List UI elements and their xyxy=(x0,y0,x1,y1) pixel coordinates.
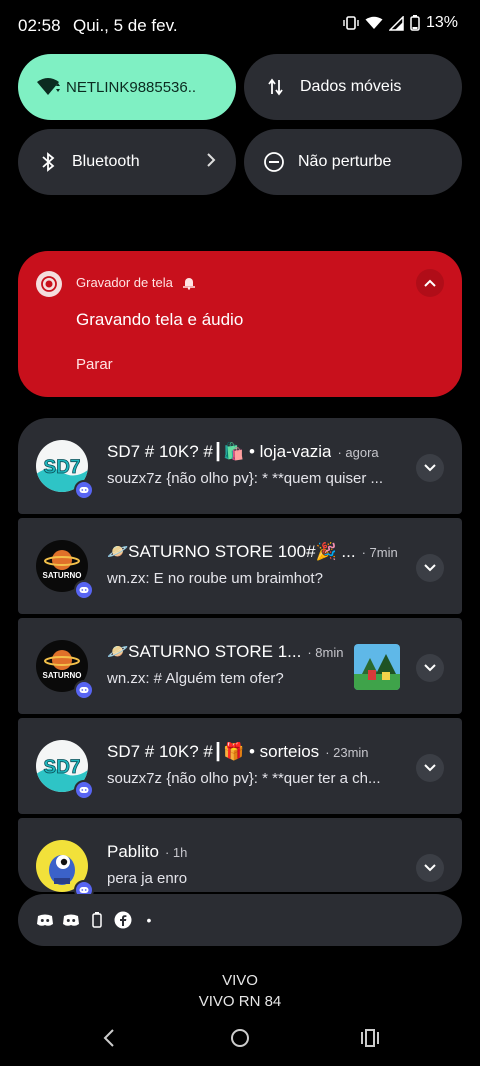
notification-title: SD7 # 10K? #┃🎁 • sorteios xyxy=(107,742,320,761)
back-icon[interactable] xyxy=(102,1028,116,1053)
notification-body: wn.zx: # Alguém tem ofer? xyxy=(107,670,284,687)
navigation-bar xyxy=(0,1020,480,1060)
notification-time: · 8min xyxy=(307,645,344,660)
status-bar: 02:58 Qui., 5 de fev. 13% xyxy=(0,0,480,52)
battery-percent: 13% xyxy=(425,14,458,31)
status-icons: 13% xyxy=(343,14,458,32)
notification-item[interactable]: Pablito · 1h pera ja enro xyxy=(18,818,462,900)
notification-time: · agora xyxy=(337,445,379,460)
wifi-icon xyxy=(365,16,383,30)
wifi-icon xyxy=(36,75,60,99)
dnd-label: Não perturbe xyxy=(298,153,392,170)
facebook-icon xyxy=(114,911,132,929)
notification-title: Pablito xyxy=(107,842,159,861)
mobile-data-label: Dados móveis xyxy=(300,78,402,95)
bluetooth-icon xyxy=(36,150,60,174)
notification-time: · 23min xyxy=(325,745,369,760)
collapse-button[interactable] xyxy=(416,269,444,297)
data-arrows-icon xyxy=(264,75,288,99)
chevron-right-icon[interactable] xyxy=(206,152,216,173)
signal-icon xyxy=(388,15,404,31)
notification-time: · 7min xyxy=(361,545,398,560)
bluetooth-label: Bluetooth xyxy=(72,153,140,170)
recorder-app-name: Gravador de tela xyxy=(76,275,173,290)
svg-text:SATURNO: SATURNO xyxy=(43,571,82,580)
expand-chevron-icon[interactable] xyxy=(416,854,444,882)
notification-title: SD7 # 10K? #┃🛍️ • loja-vazia xyxy=(107,442,332,461)
dnd-icon xyxy=(262,150,286,174)
screen-recorder-notification[interactable]: Gravador de tela Gravando tela e áudio P… xyxy=(18,251,462,397)
do-not-disturb-tile[interactable]: Não perturbe xyxy=(244,129,462,195)
more-dot: • xyxy=(146,912,152,928)
notification-body: wn.zx: E no roube um braimhot? xyxy=(107,570,323,587)
date: Qui., 5 de fev. xyxy=(73,16,178,35)
discord-icon xyxy=(62,911,80,929)
svg-text:SD7: SD7 xyxy=(44,757,81,778)
notification-item[interactable]: SD7 SD7 # 10K? #┃🎁 • sorteios · 23min so… xyxy=(18,718,462,814)
carrier-line-2: VIVO RN 84 xyxy=(198,993,282,1010)
image-thumbnail xyxy=(354,644,400,690)
notification-title: 🪐SATURNO STORE 100#🎉 ... xyxy=(107,542,356,561)
wifi-tile[interactable]: NETLINK9885536.. xyxy=(18,54,236,120)
expand-chevron-icon[interactable] xyxy=(416,554,444,582)
discord-badge-icon xyxy=(74,580,94,600)
notification-body: pera ja enro xyxy=(107,870,188,887)
home-icon[interactable] xyxy=(230,1028,250,1053)
discord-badge-icon xyxy=(74,480,94,500)
battery-saver-icon xyxy=(88,911,106,929)
discord-badge-icon xyxy=(74,780,94,800)
notification-time: · 1h xyxy=(164,845,188,860)
expand-chevron-icon[interactable] xyxy=(416,654,444,682)
screen-record-icon xyxy=(36,271,62,297)
clock: 02:58 xyxy=(18,16,61,35)
silent-notifications-bar[interactable]: • xyxy=(18,894,462,946)
notification-body: souzx7z {não olho pv}: * **quer ter a ch… xyxy=(107,770,381,787)
wifi-tile-label: NETLINK9885536.. xyxy=(66,78,197,96)
recents-icon[interactable] xyxy=(360,1028,380,1053)
carrier-line-1: VIVO xyxy=(222,972,258,989)
discord-badge-icon xyxy=(74,680,94,700)
mobile-data-tile[interactable]: Dados móveis xyxy=(244,54,462,120)
notification-title: 🪐SATURNO STORE 1... xyxy=(107,642,302,661)
notification-body: souzx7z {não olho pv}: * **quem quiser .… xyxy=(107,470,384,487)
discord-icon xyxy=(36,911,54,929)
expand-chevron-icon[interactable] xyxy=(416,454,444,482)
expand-chevron-icon[interactable] xyxy=(416,754,444,782)
vibrate-icon xyxy=(343,15,359,31)
recorder-title: Gravando tela e áudio xyxy=(76,310,244,329)
notification-item[interactable]: SATURNO 🪐SATURNO STORE 100#🎉 ... · 7min … xyxy=(18,518,462,614)
svg-text:SATURNO: SATURNO xyxy=(43,671,82,680)
stop-button[interactable]: Parar xyxy=(76,356,113,373)
bluetooth-tile[interactable]: Bluetooth xyxy=(18,129,236,195)
notification-item[interactable]: SD7 SD7 # 10K? #┃🛍️ • loja-vazia · agora… xyxy=(18,418,462,514)
battery-icon xyxy=(410,15,420,31)
notification-item[interactable]: SATURNO 🪐SATURNO STORE 1... · 8min wn.zx… xyxy=(18,618,462,714)
bell-icon xyxy=(182,276,196,295)
svg-text:SD7: SD7 xyxy=(44,457,81,478)
